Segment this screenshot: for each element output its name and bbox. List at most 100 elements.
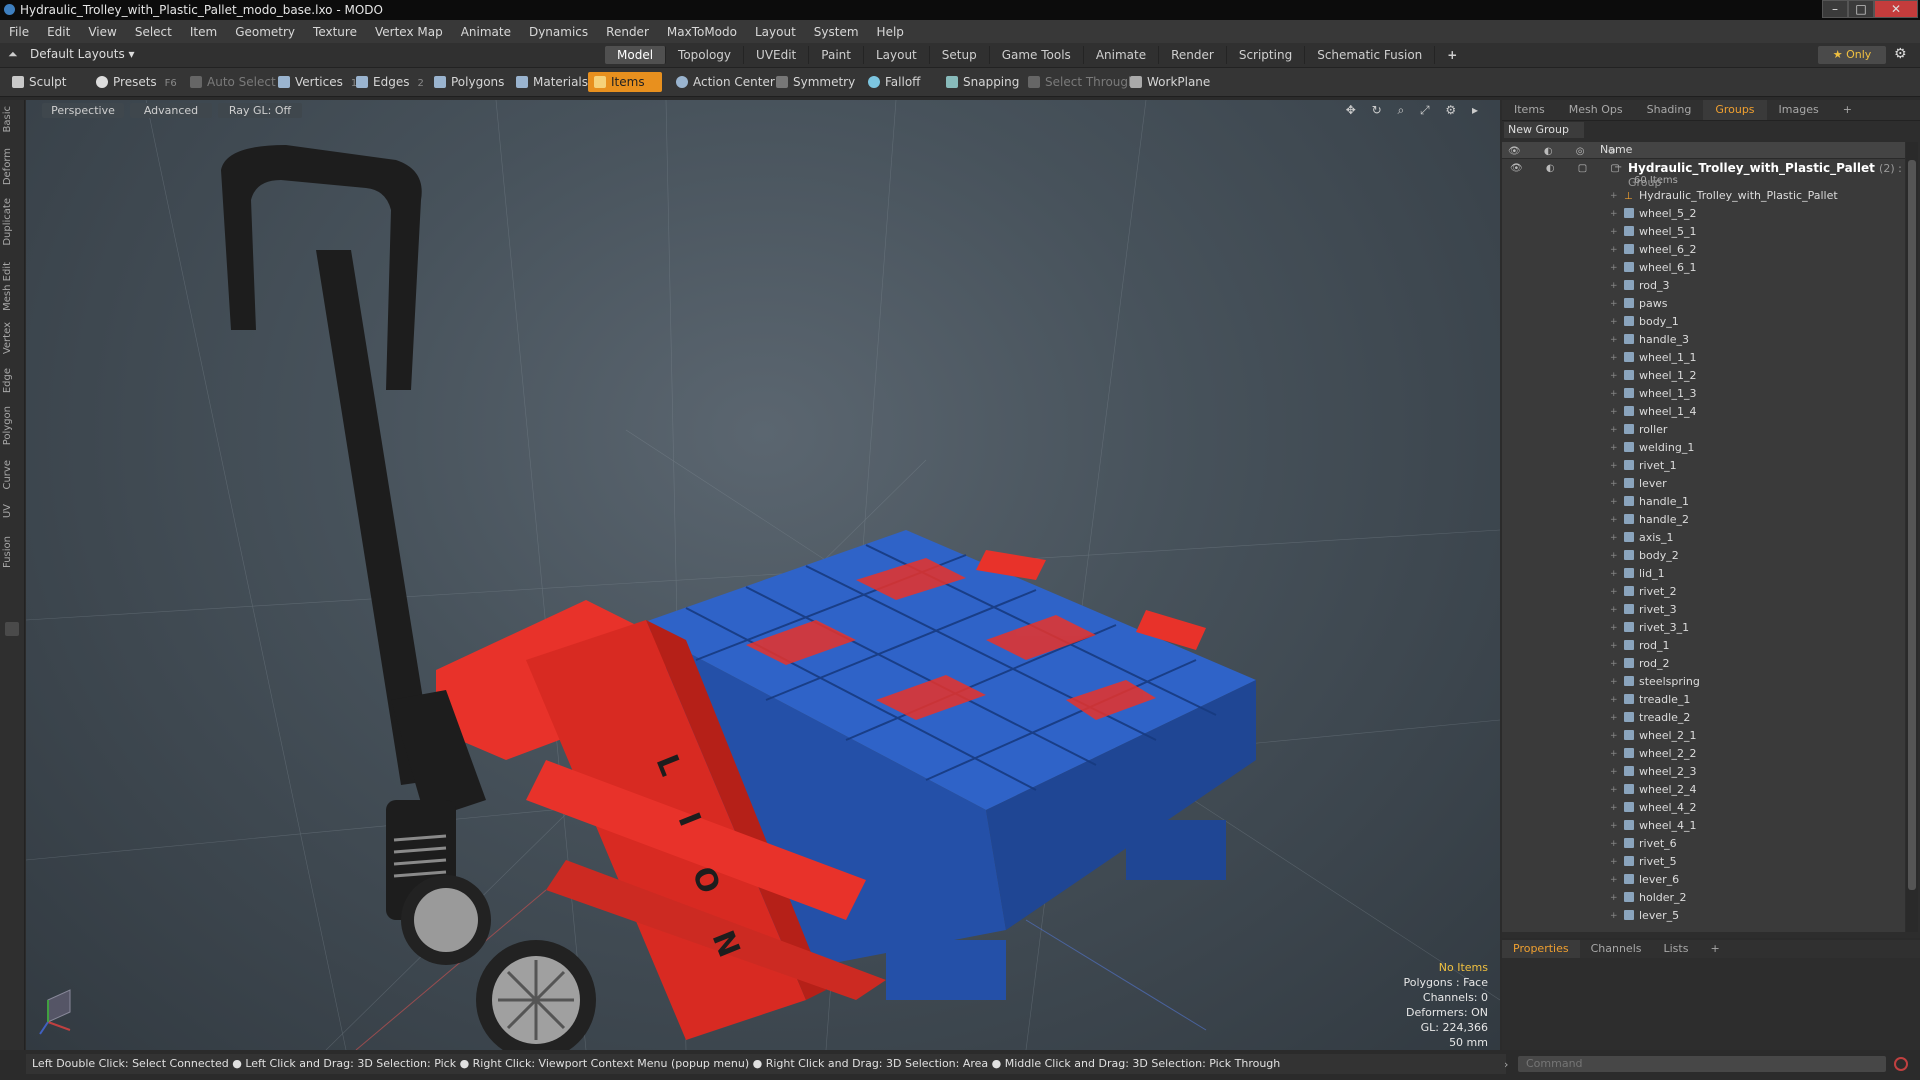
tab-images[interactable]: Images	[1767, 100, 1831, 120]
list-item[interactable]: + wheel_1_3	[1502, 385, 1905, 403]
expand-icon[interactable]: +	[1610, 187, 1618, 205]
tab-polygon[interactable]: Polygon	[2, 406, 22, 445]
edges-button[interactable]: Edges 2	[350, 72, 430, 92]
tab-render[interactable]: Render	[1159, 46, 1227, 64]
expand-icon[interactable]: +	[1610, 709, 1618, 727]
tab-channels[interactable]: Channels	[1580, 940, 1653, 958]
expand-icon[interactable]: +	[1610, 907, 1618, 925]
list-item[interactable]: + rivet_3	[1502, 601, 1905, 619]
expand-icon[interactable]: +	[1610, 475, 1618, 493]
menu-render[interactable]: Render	[597, 25, 658, 39]
list-item[interactable]: + ⊥ Hydraulic_Trolley_with_Plastic_Pallet	[1502, 187, 1905, 205]
list-item[interactable]: + rod_2	[1502, 655, 1905, 673]
snapping-button[interactable]: Snapping	[940, 72, 1025, 92]
expand-icon[interactable]: +	[1610, 313, 1618, 331]
only-button[interactable]: ★ Only	[1818, 46, 1886, 64]
add-properties-tab-button[interactable]: +	[1699, 940, 1730, 958]
list-item[interactable]: + body_2	[1502, 547, 1905, 565]
list-item[interactable]: + handle_3	[1502, 331, 1905, 349]
menu-select[interactable]: Select	[126, 25, 181, 39]
layout-menu-icon[interactable]: ⏶	[8, 47, 18, 62]
action-center-button[interactable]: Action Center	[670, 72, 781, 92]
list-item[interactable]: + rod_1	[1502, 637, 1905, 655]
menu-geometry[interactable]: Geometry	[226, 25, 304, 39]
list-item[interactable]: + rivet_5	[1502, 853, 1905, 871]
tab-basic[interactable]: Basic	[2, 106, 22, 132]
symmetry-button[interactable]: Symmetry	[770, 72, 861, 92]
list-item[interactable]: + rivet_6	[1502, 835, 1905, 853]
expand-icon[interactable]: +	[1610, 205, 1618, 223]
tab-fusion[interactable]: Fusion	[2, 536, 22, 568]
items-button[interactable]: Items	[588, 72, 662, 92]
sculpt-button[interactable]: Sculpt	[6, 72, 72, 92]
menu-layout[interactable]: Layout	[746, 25, 805, 39]
list-item[interactable]: + lever_5	[1502, 907, 1905, 925]
perspective-button[interactable]: Perspective	[42, 103, 124, 118]
tab-deform[interactable]: Deform	[2, 148, 22, 185]
tab-animate[interactable]: Animate	[1084, 46, 1160, 64]
tab-uvedit[interactable]: UVEdit	[744, 46, 810, 64]
new-group-button[interactable]: New Group	[1504, 122, 1584, 138]
tab-items[interactable]: Items	[1502, 100, 1557, 120]
list-item[interactable]: + wheel_4_2	[1502, 799, 1905, 817]
menu-edit[interactable]: Edit	[38, 25, 79, 39]
menu-maxtomodo[interactable]: MaxToModo	[658, 25, 746, 39]
maximize-button[interactable]: □	[1848, 0, 1874, 18]
tab-topology[interactable]: Topology	[666, 46, 745, 64]
list-item[interactable]: + body_1	[1502, 313, 1905, 331]
list-item[interactable]: + treadle_2	[1502, 709, 1905, 727]
group-visibility-icons[interactable]: 👁 ◐ ▢ ▢	[1510, 163, 1630, 174]
menu-item[interactable]: Item	[181, 25, 226, 39]
list-item[interactable]: + wheel_5_2	[1502, 205, 1905, 223]
menu-view[interactable]: View	[79, 25, 125, 39]
list-item[interactable]: + wheel_4_1	[1502, 817, 1905, 835]
tab-mesh-ops[interactable]: Mesh Ops	[1557, 100, 1635, 120]
expand-icon[interactable]: +	[1610, 295, 1618, 313]
menu-dynamics[interactable]: Dynamics	[520, 25, 597, 39]
falloff-button[interactable]: Falloff	[862, 72, 926, 92]
tab-layout[interactable]: Layout	[864, 46, 930, 64]
expand-icon[interactable]: +	[1610, 763, 1618, 781]
group-row[interactable]: 👁 ◐ ▢ ▢ − Hydraulic_Trolley_with_Plastic…	[1502, 159, 1905, 189]
menu-texture[interactable]: Texture	[304, 25, 366, 39]
menu-system[interactable]: System	[805, 25, 868, 39]
tab-schematic-fusion[interactable]: Schematic Fusion	[1305, 46, 1436, 64]
scrollbar-thumb[interactable]	[1908, 160, 1916, 890]
list-item[interactable]: + holder_2	[1502, 889, 1905, 907]
menu-animate[interactable]: Animate	[452, 25, 520, 39]
expand-icon[interactable]: +	[1610, 583, 1618, 601]
tab-curve[interactable]: Curve	[2, 460, 22, 490]
expand-icon[interactable]: +	[1610, 349, 1618, 367]
expand-icon[interactable]: +	[1610, 673, 1618, 691]
expand-icon[interactable]: +	[1610, 691, 1618, 709]
list-item[interactable]: + wheel_2_4	[1502, 781, 1905, 799]
list-item[interactable]: + roller	[1502, 421, 1905, 439]
expand-icon[interactable]: +	[1610, 457, 1618, 475]
expand-icon[interactable]: +	[1610, 871, 1618, 889]
expand-icon[interactable]: +	[1610, 277, 1618, 295]
tab-properties[interactable]: Properties	[1502, 940, 1580, 958]
minimize-button[interactable]: –	[1822, 0, 1848, 18]
list-item[interactable]: + handle_1	[1502, 493, 1905, 511]
tab-edge[interactable]: Edge	[2, 368, 22, 393]
tab-uv[interactable]: UV	[2, 504, 22, 518]
auto-select-button[interactable]: Auto Select	[184, 72, 282, 92]
expand-icon[interactable]: +	[1610, 601, 1618, 619]
list-item[interactable]: + steelspring	[1502, 673, 1905, 691]
expand-icon[interactable]: +	[1610, 331, 1618, 349]
expand-icon[interactable]: +	[1610, 565, 1618, 583]
expand-icon[interactable]: +	[1610, 421, 1618, 439]
shading-button[interactable]: Advanced	[130, 103, 212, 118]
list-item[interactable]: + wheel_1_2	[1502, 367, 1905, 385]
list-item[interactable]: + rivet_2	[1502, 583, 1905, 601]
expand-toolbox-icon[interactable]	[5, 622, 19, 636]
expand-icon[interactable]: +	[1610, 529, 1618, 547]
expand-icon[interactable]: +	[1610, 223, 1618, 241]
presets-button[interactable]: Presets F6	[90, 72, 183, 92]
list-item[interactable]: + axis_1	[1502, 529, 1905, 547]
list-item[interactable]: + wheel_2_2	[1502, 745, 1905, 763]
3d-viewport[interactable]: L I O N Perspective Advanced Ray GL: Off…	[26, 100, 1500, 1050]
tab-paint[interactable]: Paint	[809, 46, 864, 64]
raygl-button[interactable]: Ray GL: Off	[218, 103, 302, 118]
list-item[interactable]: + lever	[1502, 475, 1905, 493]
